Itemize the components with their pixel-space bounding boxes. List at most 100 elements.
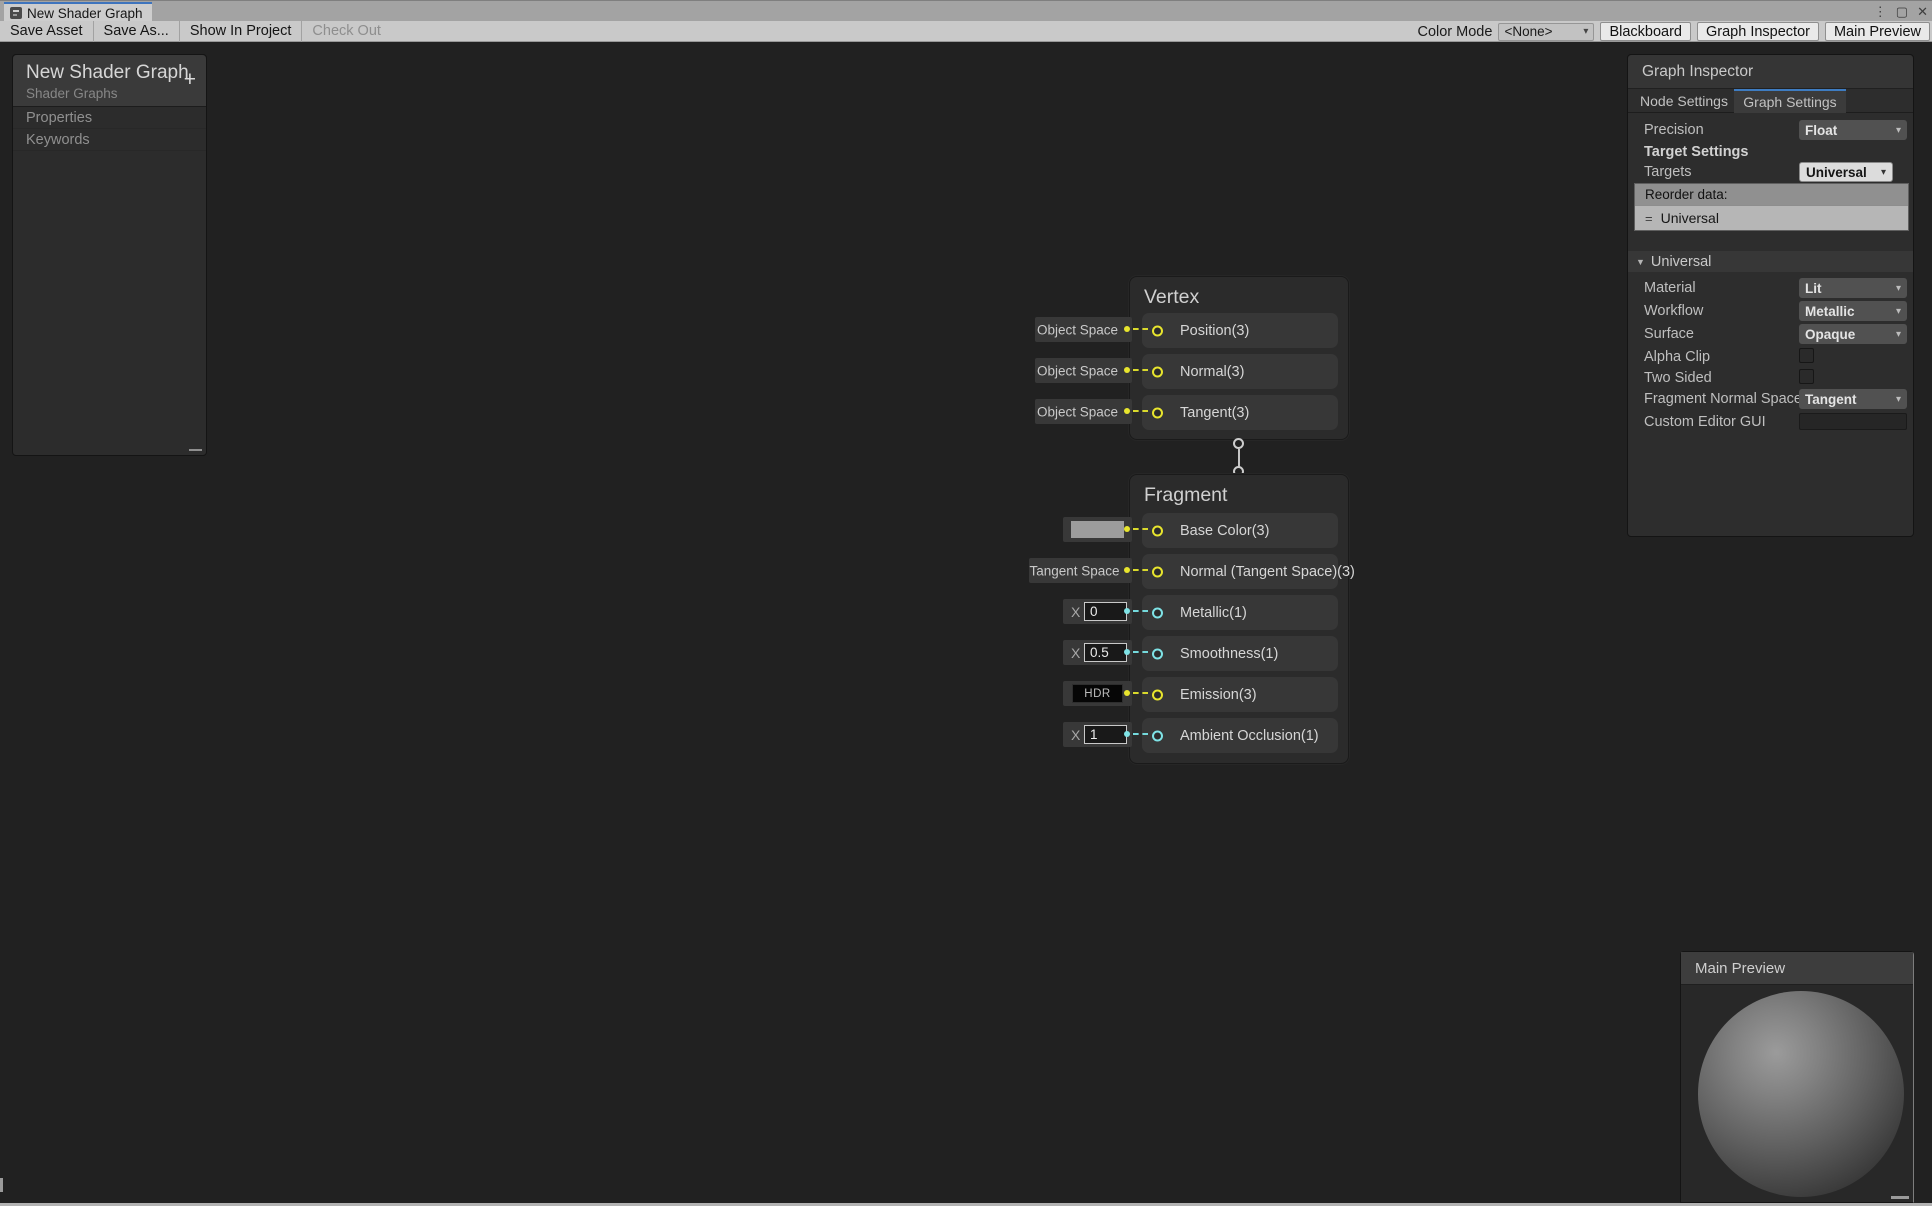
precision-label: Precision (1644, 122, 1704, 138)
chevron-down-icon: ▾ (1896, 394, 1901, 405)
precision-dropdown[interactable]: Float ▾ (1799, 120, 1907, 140)
graph-inspector-panel: Graph Inspector Node Settings Graph Sett… (1627, 54, 1914, 537)
main-preview-viewport[interactable] (1681, 985, 1913, 1202)
smoothness-input[interactable]: 0.5 (1084, 643, 1127, 662)
fragment-slot-base-color[interactable]: Base Color(3) (1142, 513, 1338, 548)
tab-node-settings[interactable]: Node Settings (1634, 89, 1734, 113)
fragment-node-title: Fragment (1144, 484, 1227, 507)
connector-dash (1133, 369, 1148, 371)
fragment-normal-space-dropdown[interactable]: Tangent ▾ (1799, 389, 1907, 409)
port-icon[interactable] (1152, 366, 1163, 377)
show-in-project-button[interactable]: Show In Project (180, 21, 302, 41)
port-icon[interactable] (1152, 607, 1163, 618)
port-icon[interactable] (1152, 730, 1163, 741)
targets-label: Targets (1644, 164, 1692, 180)
material-dropdown[interactable]: Lit ▾ (1799, 278, 1907, 298)
connector-dash (1133, 328, 1148, 330)
material-row: Material Lit ▾ (1628, 277, 1913, 299)
color-mode-value: <None> (1504, 24, 1552, 39)
alpha-clip-checkbox[interactable] (1799, 348, 1814, 363)
tab-new-shader-graph[interactable]: New Shader Graph (4, 2, 152, 22)
vertex-slot-normal[interactable]: Normal(3) (1142, 354, 1338, 389)
alpha-clip-label: Alpha Clip (1644, 349, 1710, 365)
reorder-data-list: Reorder data: = Universal (1634, 183, 1909, 231)
graph-inspector-header[interactable]: Graph Inspector (1628, 55, 1913, 89)
blackboard-section-properties[interactable]: Properties (13, 107, 206, 129)
space-label: Object Space (1035, 322, 1120, 337)
edge-endpoint-icon[interactable] (1233, 438, 1244, 449)
universal-foldout[interactable]: ▼ Universal (1628, 251, 1913, 272)
fragment-normal-space-value: Tangent (1805, 392, 1857, 407)
space-label: Object Space (1035, 404, 1120, 419)
fragment-node[interactable]: Fragment Base Color(3) Normal (Tangent S… (1129, 474, 1349, 764)
position-space-control[interactable]: Object Space (1035, 317, 1132, 342)
workflow-label: Workflow (1644, 303, 1703, 319)
smoothness-control: X 0.5 (1063, 640, 1132, 665)
vertex-node[interactable]: Vertex Position(3) Normal(3) Tangent(3) (1129, 276, 1349, 440)
target-settings-header: Target Settings (1644, 144, 1748, 160)
hdr-color-swatch[interactable]: HDR (1072, 684, 1123, 703)
surface-dropdown[interactable]: Opaque ▾ (1799, 324, 1907, 344)
vertex-fragment-edge[interactable] (1238, 449, 1240, 467)
fragment-slot-normal-tangent-space[interactable]: Normal (Tangent Space)(3) (1142, 554, 1338, 589)
blackboard-title: New Shader Graph (26, 62, 189, 84)
add-property-button[interactable]: + (184, 69, 196, 90)
tab-graph-settings[interactable]: Graph Settings (1734, 89, 1846, 113)
preview-sphere[interactable] (1698, 991, 1904, 1197)
maximize-icon[interactable]: ▢ (1896, 3, 1908, 20)
slot-label: Tangent(3) (1180, 405, 1249, 421)
blackboard-section-keywords[interactable]: Keywords (13, 129, 206, 151)
fragment-normal-space-row: Fragment Normal Space Tangent ▾ (1628, 388, 1913, 410)
connector-dash (1133, 610, 1148, 612)
port-icon[interactable] (1152, 566, 1163, 577)
targets-dropdown[interactable]: Universal ▾ (1799, 162, 1893, 182)
save-as-button[interactable]: Save As... (94, 21, 179, 41)
metallic-input[interactable]: 0 (1084, 602, 1127, 621)
close-icon[interactable]: ✕ (1917, 3, 1928, 20)
fragment-slot-metallic[interactable]: Metallic(1) (1142, 595, 1338, 630)
slot-label: Metallic(1) (1180, 605, 1247, 621)
base-color-control[interactable] (1063, 517, 1132, 542)
port-icon[interactable] (1152, 325, 1163, 336)
ambient-occlusion-input[interactable]: 1 (1084, 725, 1127, 744)
color-swatch[interactable] (1071, 521, 1124, 538)
material-label: Material (1644, 280, 1696, 296)
main-preview-header[interactable]: Main Preview (1681, 952, 1913, 985)
precision-row: Precision Float ▾ (1628, 119, 1913, 141)
window-menu-icon[interactable]: ⋮ (1874, 3, 1887, 20)
port-icon[interactable] (1152, 689, 1163, 700)
chevron-down-icon: ▾ (1881, 167, 1886, 178)
preview-resize-handle[interactable] (1891, 1196, 1909, 1199)
workflow-value: Metallic (1805, 304, 1855, 319)
color-mode-dropdown[interactable]: <None> ▾ (1498, 23, 1594, 41)
reorder-item-universal[interactable]: = Universal (1635, 205, 1908, 230)
drag-handle-icon[interactable]: = (1645, 211, 1653, 226)
port-icon[interactable] (1152, 525, 1163, 536)
material-value: Lit (1805, 281, 1822, 296)
save-asset-button[interactable]: Save Asset (0, 21, 93, 41)
vertex-slot-position[interactable]: Position(3) (1142, 313, 1338, 348)
vertex-slot-tangent[interactable]: Tangent(3) (1142, 395, 1338, 430)
tangent-space-control[interactable]: Object Space (1035, 399, 1132, 424)
normal-tangent-space-control[interactable]: Tangent Space (1029, 558, 1132, 583)
fragment-slot-emission[interactable]: Emission(3) (1142, 677, 1338, 712)
blackboard-resize-handle[interactable] (189, 449, 202, 451)
slot-label: Smoothness(1) (1180, 646, 1278, 662)
custom-editor-gui-input[interactable] (1799, 413, 1907, 430)
port-icon[interactable] (1152, 407, 1163, 418)
workflow-dropdown[interactable]: Metallic ▾ (1799, 301, 1907, 321)
main-preview-toggle-button[interactable]: Main Preview (1825, 22, 1930, 41)
fragment-slot-smoothness[interactable]: Smoothness(1) (1142, 636, 1338, 671)
port-icon[interactable] (1152, 648, 1163, 659)
color-mode-label: Color Mode (1417, 24, 1492, 40)
chevron-down-icon: ▾ (1583, 26, 1588, 37)
graph-inspector-toggle-button[interactable]: Graph Inspector (1697, 22, 1819, 41)
slot-label: Normal (Tangent Space)(3) (1180, 564, 1355, 580)
fragment-slot-ambient-occlusion[interactable]: Ambient Occlusion(1) (1142, 718, 1338, 753)
emission-control: HDR (1063, 681, 1132, 706)
two-sided-checkbox[interactable] (1799, 369, 1814, 384)
custom-editor-gui-label: Custom Editor GUI (1644, 414, 1766, 430)
normal-space-control[interactable]: Object Space (1035, 358, 1132, 383)
fragment-normal-space-label: Fragment Normal Space (1644, 391, 1802, 407)
blackboard-toggle-button[interactable]: Blackboard (1600, 22, 1691, 41)
